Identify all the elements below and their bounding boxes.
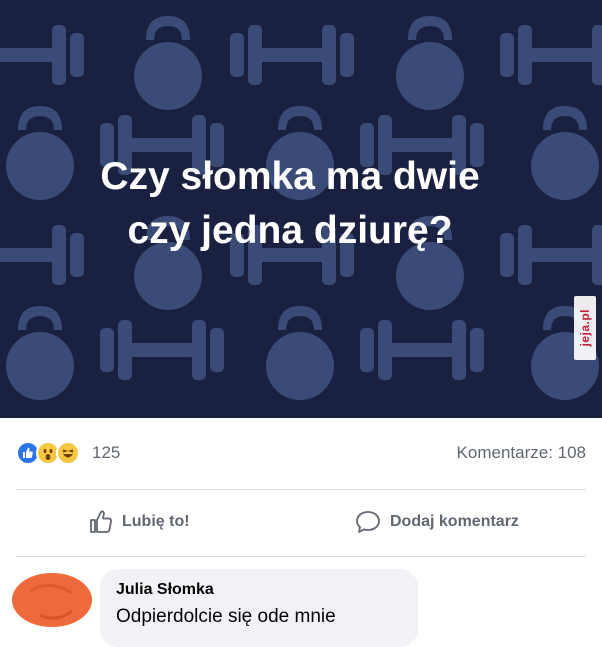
post-actions: Lubię to! Dodaj komentarz <box>0 490 602 554</box>
like-label: Lubię to! <box>122 513 190 530</box>
comment-author[interactable]: Julia Słomka <box>116 581 402 599</box>
post-question-line-1: Czy słomka ma dwie <box>100 155 480 198</box>
reactions-bar: 125 Komentarze: 108 <box>0 425 602 481</box>
add-comment-label: Dodaj komentarz <box>390 513 519 530</box>
post-question-line-2: czy jedna dziurę? <box>127 209 453 252</box>
divider-bottom <box>16 556 586 557</box>
like-button[interactable]: Lubię to! <box>88 508 190 536</box>
add-comment-button[interactable]: Dodaj komentarz <box>354 508 519 536</box>
comment-bubble: Julia Słomka Odpierdolcie się ode mnie <box>100 569 418 647</box>
comments-count[interactable]: Komentarze: 108 <box>457 443 586 463</box>
comment-icon <box>356 511 380 533</box>
comment-item: Julia Słomka Odpierdolcie się ode mnie <box>0 565 602 647</box>
reaction-count[interactable]: 125 <box>92 443 120 463</box>
watermark-text: jeja.pl <box>578 309 592 347</box>
watermark-logo: jeja.pl <box>574 296 596 360</box>
avatar[interactable] <box>10 571 94 629</box>
comment-text: Odpierdolcie się ode mnie <box>116 606 336 627</box>
haha-reaction-icon <box>56 441 80 465</box>
post-banner: Czy słomka ma dwie czy jedna dziurę? jej… <box>0 0 602 418</box>
post-question: Czy słomka ma dwie czy jedna dziurę? <box>0 150 580 258</box>
thumbs-up-icon <box>90 510 112 533</box>
